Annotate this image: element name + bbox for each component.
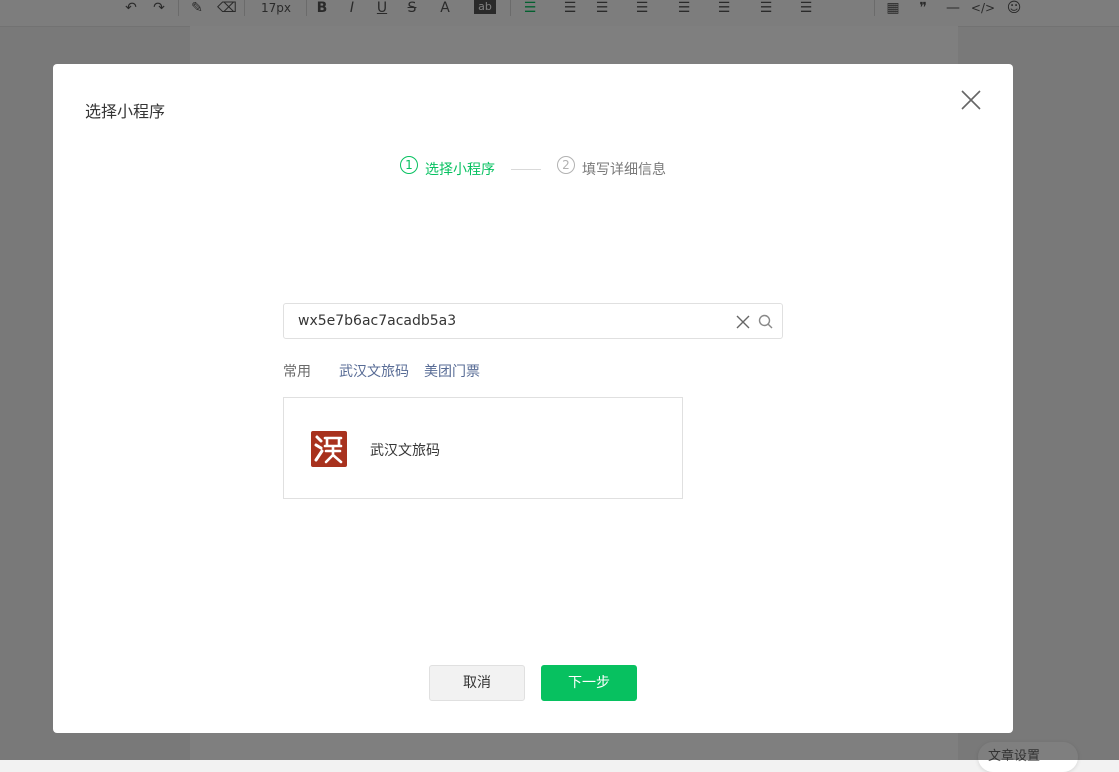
step-connector (511, 169, 541, 170)
clear-icon[interactable] (736, 314, 750, 329)
step-1-label: 选择小程序 (425, 162, 495, 178)
search-box (283, 303, 783, 339)
next-step-button[interactable]: 下一步 (541, 665, 637, 701)
dialog-title: 选择小程序 (85, 102, 166, 121)
step-2-number: 2 (557, 156, 575, 174)
step-indicator: 1 选择小程序 2 填写详细信息 (53, 156, 1013, 180)
wuhan-app-logo (309, 429, 349, 469)
mini-program-result[interactable]: 武汉文旅码 (283, 397, 683, 499)
search-icon[interactable] (758, 314, 773, 329)
select-mini-program-dialog: 选择小程序 1 选择小程序 2 填写详细信息 常用 武汉文旅码 美团门票 武 (53, 64, 1013, 733)
step-2-label: 填写详细信息 (582, 162, 666, 178)
cancel-button[interactable]: 取消 (429, 665, 525, 701)
search-input[interactable] (298, 304, 718, 338)
quick-link-meituan[interactable]: 美团门票 (424, 361, 480, 381)
mini-program-name: 武汉文旅码 (370, 443, 440, 459)
step-1-number: 1 (400, 156, 418, 174)
quick-link-wuhan[interactable]: 武汉文旅码 (339, 361, 409, 381)
close-icon[interactable] (959, 88, 983, 112)
frequently-used-label: 常用 (283, 364, 311, 380)
